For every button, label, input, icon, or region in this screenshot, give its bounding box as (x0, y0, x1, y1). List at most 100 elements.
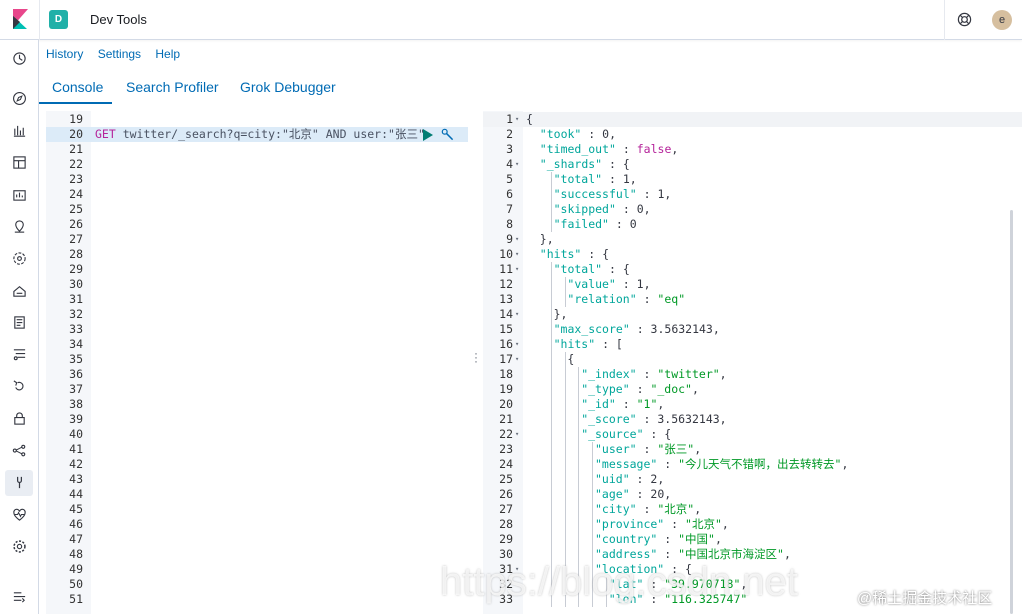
response-code-line: "took" : 0, (539, 127, 616, 141)
response-code-line: "max_score" : 3.5632143, (553, 322, 720, 336)
response-code-line: "_id" : "1", (581, 397, 665, 411)
response-code-line: "hits" : { (539, 247, 610, 261)
visualize-icon[interactable] (11, 122, 28, 139)
watermark-url: https://blog.csdn.net (440, 560, 799, 604)
help-link[interactable]: Help (155, 47, 180, 61)
response-line-number: 28 (499, 517, 513, 531)
wrench-icon[interactable] (441, 128, 454, 141)
indent-guide (564, 397, 566, 412)
response-line-number: 11 (499, 262, 513, 276)
request-line-number: 38 (69, 397, 83, 411)
fold-toggle-icon[interactable]: ▾ (515, 112, 519, 127)
response-line-number: 3 (506, 142, 513, 156)
collapse-icon[interactable] (11, 588, 28, 605)
indent-guide (578, 367, 580, 382)
request-line-number: 45 (69, 502, 83, 516)
response-code-line: "skipped" : 0, (553, 202, 651, 216)
header-divider-right (944, 0, 945, 40)
request-line-number: 47 (69, 532, 83, 546)
space-avatar[interactable]: D (49, 10, 68, 29)
request-line-number: 28 (69, 247, 83, 261)
response-line-number: 9 (506, 232, 513, 246)
indent-guide (550, 367, 552, 382)
response-line-number: 21 (499, 412, 513, 426)
fold-toggle-icon[interactable]: ▾ (515, 247, 519, 262)
management-icon[interactable] (11, 538, 28, 555)
response-code-line: "_shards" : { (539, 157, 630, 171)
indent-guide (578, 517, 580, 532)
clock-icon[interactable] (11, 50, 28, 67)
settings-link[interactable]: Settings (98, 47, 141, 61)
indent-guide (592, 487, 594, 502)
editor-resize-handle[interactable]: · · · (474, 347, 478, 367)
fold-toggle-icon[interactable]: ▾ (515, 157, 519, 172)
graph-icon[interactable] (11, 442, 28, 459)
indent-guide (550, 472, 552, 487)
fold-toggle-icon[interactable]: ▾ (515, 232, 519, 247)
tab-grok-debugger[interactable]: Grok Debugger (240, 79, 336, 95)
response-editor: 1 ▾{2 "took" : 0, 3 "timed_out" : false, 4 ▾ "_… (483, 111, 1022, 614)
indent-guide (578, 442, 580, 457)
indent-guide (578, 502, 580, 517)
kibana-logo-icon[interactable] (10, 9, 30, 29)
indent-guide (550, 382, 552, 397)
indent-guide (550, 262, 552, 277)
response-line-number: 20 (499, 397, 513, 411)
request-url: twitter/_search?q=city:"北京" AND user:"张三… (115, 127, 425, 141)
response-code-line: }, (539, 232, 554, 246)
indent-guide (550, 217, 552, 232)
request-line-number: 31 (69, 292, 83, 306)
indent-guide (564, 457, 566, 472)
indent-guide (578, 412, 580, 427)
response-line-number: 7 (506, 202, 513, 216)
request-line[interactable]: GET twitter/_search?q=city:"北京" AND user… (95, 127, 425, 142)
indent-guide (550, 292, 552, 307)
dev-tools-icon[interactable] (11, 474, 28, 491)
compass-icon[interactable] (11, 90, 28, 107)
request-line-number: 41 (69, 442, 83, 456)
ml-icon[interactable] (11, 250, 28, 267)
response-code-line: "user" : "张三", (595, 442, 702, 456)
request-method: GET (95, 127, 116, 141)
response-active-line (483, 112, 1022, 127)
request-line-number: 37 (69, 382, 83, 396)
user-avatar[interactable]: e (992, 10, 1012, 30)
request-line-number: 30 (69, 277, 83, 291)
dashboard-icon[interactable] (11, 154, 28, 171)
siem-icon[interactable] (11, 410, 28, 427)
indent-guide (564, 427, 566, 442)
apm-icon[interactable] (11, 346, 28, 363)
watermark-brand: @稀土掘金技术社区 (857, 590, 993, 607)
indent-guide (578, 532, 580, 547)
indent-guide (550, 412, 552, 427)
request-line-number: 42 (69, 457, 83, 471)
response-line-number: 4 (506, 157, 513, 171)
response-scrollbar[interactable] (1010, 210, 1013, 614)
app-title: Dev Tools (90, 12, 147, 27)
response-code-line: "message" : "今儿天气不错啊，出去转转去", (595, 457, 849, 471)
request-line-number: 20 (69, 127, 83, 141)
response-line-number: 8 (506, 217, 513, 231)
response-line-number: 13 (499, 292, 513, 306)
logs-icon[interactable] (11, 314, 28, 331)
dev-tools-tabs: Console Search Profiler Grok Debugger (39, 72, 1022, 106)
fold-toggle-icon[interactable]: ▾ (515, 352, 519, 367)
fold-toggle-icon[interactable]: ▾ (515, 427, 519, 442)
infrastructure-icon[interactable] (11, 282, 28, 299)
request-editor[interactable]: 19 20 21 22 23 24 25 26 27 28 29 30 31 32 33 34 35 36 37 38… (46, 111, 468, 614)
tab-console[interactable]: Console (52, 79, 103, 95)
history-link[interactable]: History (46, 47, 83, 61)
indent-guide (564, 487, 566, 502)
fold-toggle-icon[interactable]: ▾ (515, 262, 519, 277)
response-line-number: 25 (499, 472, 513, 486)
help-icon[interactable] (957, 12, 972, 27)
monitoring-icon[interactable] (11, 506, 28, 523)
send-request-icon[interactable] (423, 129, 433, 141)
tab-search-profiler[interactable]: Search Profiler (126, 79, 219, 95)
canvas-icon[interactable] (11, 186, 28, 203)
uptime-icon[interactable] (11, 378, 28, 395)
fold-toggle-icon[interactable]: ▾ (515, 307, 519, 322)
fold-toggle-icon[interactable]: ▾ (515, 337, 519, 352)
maps-icon[interactable] (11, 218, 28, 235)
request-line-number: 34 (69, 337, 83, 351)
